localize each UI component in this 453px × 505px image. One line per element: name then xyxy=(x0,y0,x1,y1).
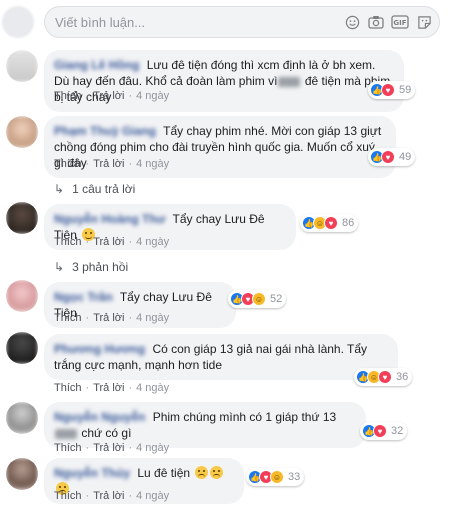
like-button[interactable]: Thích xyxy=(54,236,82,248)
replies-label: 3 phản hồi xyxy=(72,260,129,274)
comment-composer: Viết bình luận... GIF xyxy=(0,0,453,44)
censor-mark xyxy=(55,428,77,439)
reply-button[interactable]: Trả lời xyxy=(93,312,124,324)
reaction-count: 32 xyxy=(391,425,404,437)
commenter-name[interactable]: Nguyễn Thúy xyxy=(54,466,130,480)
reactions-summary[interactable]: 👍 ♥ 32 xyxy=(360,422,408,440)
comment-timestamp[interactable]: 4 ngày xyxy=(136,236,169,248)
reactions-summary[interactable]: 👍 ♥ ☺ 52 xyxy=(228,290,287,308)
camera-icon[interactable] xyxy=(367,14,385,30)
commenter-name[interactable]: Phạm Thuỳ Giang xyxy=(54,124,156,138)
reactions-summary[interactable]: 👍 ♥ 49 xyxy=(368,148,416,166)
like-button[interactable]: Thích xyxy=(54,90,82,102)
reply-arrow-icon: ↳ xyxy=(54,260,65,274)
avatar[interactable] xyxy=(6,202,38,234)
sad-emoji-icon xyxy=(195,466,209,479)
reply-arrow-icon: ↳ xyxy=(54,182,65,196)
comment-timestamp[interactable]: 4 ngày xyxy=(136,442,169,454)
commenter-name[interactable]: Giang Lê Hồng xyxy=(54,58,139,72)
comment-text: chứ có gì xyxy=(81,426,132,440)
avatar[interactable] xyxy=(6,332,38,364)
reply-button[interactable]: Trả lời xyxy=(93,236,124,248)
haha-reaction-icon: ☺ xyxy=(252,292,266,306)
reaction-count: 36 xyxy=(396,371,409,383)
like-button[interactable]: Thích xyxy=(54,442,82,454)
reaction-count: 52 xyxy=(270,293,283,305)
reply-button[interactable]: Trả lời xyxy=(93,442,124,454)
love-reaction-icon: ♥ xyxy=(381,150,395,164)
reply-button[interactable]: Trả lời xyxy=(93,490,124,502)
view-replies-link[interactable]: ↳ 3 phản hồi xyxy=(54,260,128,274)
avatar[interactable] xyxy=(6,402,38,434)
like-button[interactable]: Thích xyxy=(54,382,82,394)
commenter-name[interactable]: Nguyễn Nguyễn xyxy=(54,410,145,424)
comment-input[interactable]: Viết bình luận... GIF xyxy=(44,6,440,38)
commenter-name[interactable]: Ngọc Trân xyxy=(54,290,113,304)
comment-bubble: Giang Lê Hồng Lưu đê tiện đóng thì xcm đ… xyxy=(44,50,404,112)
like-button[interactable]: Thích xyxy=(54,490,82,502)
commenter-name[interactable]: Phương Hương xyxy=(54,342,145,356)
like-button[interactable]: Thích xyxy=(54,312,82,324)
comment-timestamp[interactable]: 4 ngày xyxy=(136,312,169,324)
comment-text: Lu đê tiện xyxy=(137,466,191,480)
emoji-icon[interactable] xyxy=(343,14,361,30)
haha-reaction-icon: ☺ xyxy=(270,470,284,484)
reply-button[interactable]: Trả lời xyxy=(93,382,124,394)
reaction-count: 33 xyxy=(288,471,301,483)
love-reaction-icon: ♥ xyxy=(381,83,395,97)
reply-button[interactable]: Trả lời xyxy=(93,158,124,170)
reactions-summary[interactable]: 👍 ☺ ♥ 86 xyxy=(300,214,359,232)
like-button[interactable]: Thích xyxy=(54,158,82,170)
reactions-summary[interactable]: 👍 ☺ ♥ 36 xyxy=(354,368,413,386)
comment-timestamp[interactable]: 4 ngày xyxy=(136,490,169,502)
sticker-icon[interactable] xyxy=(415,14,433,30)
sad-emoji-icon xyxy=(210,466,224,479)
commenter-name[interactable]: Nguyễn Hoàng Thư xyxy=(54,212,165,226)
love-reaction-icon: ♥ xyxy=(324,216,338,230)
avatar[interactable] xyxy=(6,50,38,82)
reactions-summary[interactable]: 👍 ♥ 59 xyxy=(368,81,416,99)
comment-text: Phim chúng mình có 1 giáp thứ 13 xyxy=(152,410,337,424)
comment-timestamp[interactable]: 4 ngày xyxy=(136,158,169,170)
avatar[interactable] xyxy=(6,116,38,148)
censor-mark xyxy=(278,76,301,87)
comment-timestamp[interactable]: 4 ngày xyxy=(136,382,169,394)
view-replies-link[interactable]: ↳ 1 câu trả lời xyxy=(54,182,135,196)
current-user-avatar xyxy=(2,6,34,38)
reaction-count: 49 xyxy=(399,151,412,163)
svg-text:GIF: GIF xyxy=(393,19,406,27)
reactions-summary[interactable]: 👍 ♥ ☺ 33 xyxy=(246,468,305,486)
comment-bubble: Phương Hương Có con giáp 13 giả nai gái … xyxy=(44,334,398,380)
replies-label: 1 câu trả lời xyxy=(72,182,136,196)
gif-icon[interactable]: GIF xyxy=(391,14,409,30)
reaction-count: 59 xyxy=(399,84,412,96)
comment-input-placeholder: Viết bình luận... xyxy=(55,15,146,30)
love-reaction-icon: ♥ xyxy=(378,370,392,384)
comment-timestamp[interactable]: 4 ngày xyxy=(136,90,169,102)
avatar[interactable] xyxy=(6,458,38,490)
avatar[interactable] xyxy=(6,280,38,312)
reply-button[interactable]: Trả lời xyxy=(93,90,124,102)
love-reaction-icon: ♥ xyxy=(373,424,387,438)
reaction-count: 86 xyxy=(342,217,355,229)
